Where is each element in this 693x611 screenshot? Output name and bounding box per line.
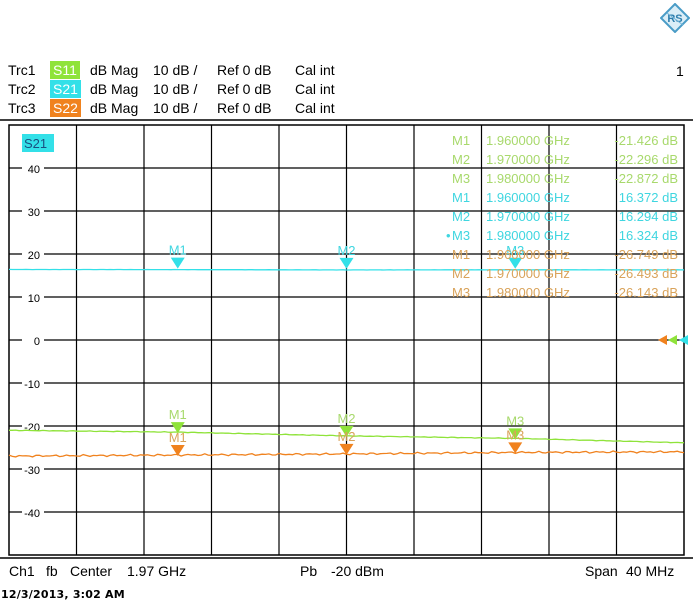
marker-readout-frequency: 1.960000 GHz — [486, 133, 570, 148]
y-tick-label: 40 — [28, 164, 40, 176]
marker-readout-value: -26.749 dB — [614, 247, 678, 262]
marker-readout-frequency: 1.970000 GHz — [486, 209, 570, 224]
marker-label-s22-m1: M1 — [169, 430, 187, 445]
marker-readout-row[interactable]: M2 1.970000 GHz 16.294 dB — [452, 209, 678, 224]
marker-readout-label: M1 — [452, 133, 470, 148]
marker-readout-label: M3 — [452, 228, 470, 243]
marker-readout-frequency: 1.980000 GHz — [486, 171, 570, 186]
marker-readout-label: M1 — [452, 247, 470, 262]
marker-label-s22-m3: M3 — [506, 427, 524, 442]
marker-readout-frequency: 1.970000 GHz — [486, 152, 570, 167]
marker-readout-label: M2 — [452, 266, 470, 281]
marker-readout-label: M2 — [452, 152, 470, 167]
span-label: Span — [585, 563, 618, 579]
y-tick-label: 30 — [28, 207, 40, 219]
marker-label-s22-m2: M2 — [337, 429, 355, 444]
marker-readout-value: 16.372 dB — [619, 190, 678, 205]
center-frequency-value[interactable]: 1.97 GHz — [127, 563, 186, 579]
marker-readout-frequency: 1.960000 GHz — [486, 247, 570, 262]
timestamp: 12/3/2013, 3:02 AM — [1, 588, 125, 601]
marker-readout-frequency: 1.960000 GHz — [486, 190, 570, 205]
y-tick-label: -20 — [24, 422, 40, 434]
marker-readout-row[interactable]: • M3 1.980000 GHz 16.324 dB — [446, 228, 678, 243]
active-marker-dot: • — [446, 228, 451, 243]
power-label: Pb — [300, 563, 318, 579]
reference-level-arrow-s22 — [658, 335, 667, 345]
marker-readout-row[interactable]: M2 1.970000 GHz -26.493 dB — [452, 266, 678, 281]
channel-label: Ch1 — [9, 563, 35, 579]
marker-readout-row[interactable]: M1 1.960000 GHz -26.749 dB — [452, 247, 678, 262]
marker-readout-value: 16.324 dB — [619, 228, 678, 243]
y-tick-label: -10 — [24, 379, 40, 391]
marker-readout-row[interactable]: M3 1.980000 GHz -26.143 dB — [452, 285, 678, 300]
marker-readout-row[interactable]: M1 1.960000 GHz -21.426 dB — [452, 133, 678, 148]
marker-readout-value: 16.294 dB — [619, 209, 678, 224]
power-value[interactable]: -20 dBm — [331, 563, 384, 579]
marker-readout-frequency: 1.980000 GHz — [486, 285, 570, 300]
marker-label-s11-m1: M1 — [169, 407, 187, 422]
marker-readout-value: -26.493 dB — [614, 266, 678, 281]
center-label: Center — [70, 563, 113, 579]
trace-line-s21 — [8, 268, 684, 271]
marker-triangle-s21-m1 — [170, 257, 185, 269]
active-trace-label: S21 — [24, 136, 47, 151]
y-tick-label: -40 — [24, 508, 40, 520]
y-tick-label: 10 — [28, 293, 40, 305]
marker-triangle-s21-m2 — [339, 257, 354, 269]
marker-label-s21-m2: M2 — [337, 243, 355, 258]
marker-readout-row[interactable]: M2 1.970000 GHz -22.296 dB — [452, 152, 678, 167]
marker-readout-label: M2 — [452, 209, 470, 224]
marker-readout-frequency: 1.980000 GHz — [486, 228, 570, 243]
y-tick-label: 20 — [28, 250, 40, 262]
marker-label-s11-m3: M3 — [506, 413, 524, 428]
marker-readout-label: M3 — [452, 171, 470, 186]
reference-level-arrow-s11 — [668, 335, 677, 345]
marker-readout-label: M1 — [452, 190, 470, 205]
plot-area: 40 30 20 10 0 -10 -20 -30 -40 S21 M1 M2 M3 M1 M2 M3 M1 M2… — [0, 119, 693, 559]
marker-readout-value: -22.296 dB — [614, 152, 678, 167]
marker-readout-label: M3 — [452, 285, 470, 300]
marker-label-s21-m1: M1 — [169, 243, 187, 258]
marker-readout-frequency: 1.970000 GHz — [486, 266, 570, 281]
marker-label-s11-m2: M2 — [337, 411, 355, 426]
marker-readout-value: -26.143 dB — [614, 285, 678, 300]
y-tick-label: -30 — [24, 465, 40, 477]
span-value[interactable]: 40 MHz — [626, 563, 674, 579]
marker-readout-row[interactable]: M3 1.980000 GHz -22.872 dB — [452, 171, 678, 186]
marker-readout-value: -22.872 dB — [614, 171, 678, 186]
marker-readout-value: -21.426 dB — [614, 133, 678, 148]
marker-readout-row[interactable]: M1 1.960000 GHz 16.372 dB — [452, 190, 678, 205]
y-tick-label: 0 — [34, 336, 40, 348]
sweep-type-label: fb — [46, 563, 58, 579]
